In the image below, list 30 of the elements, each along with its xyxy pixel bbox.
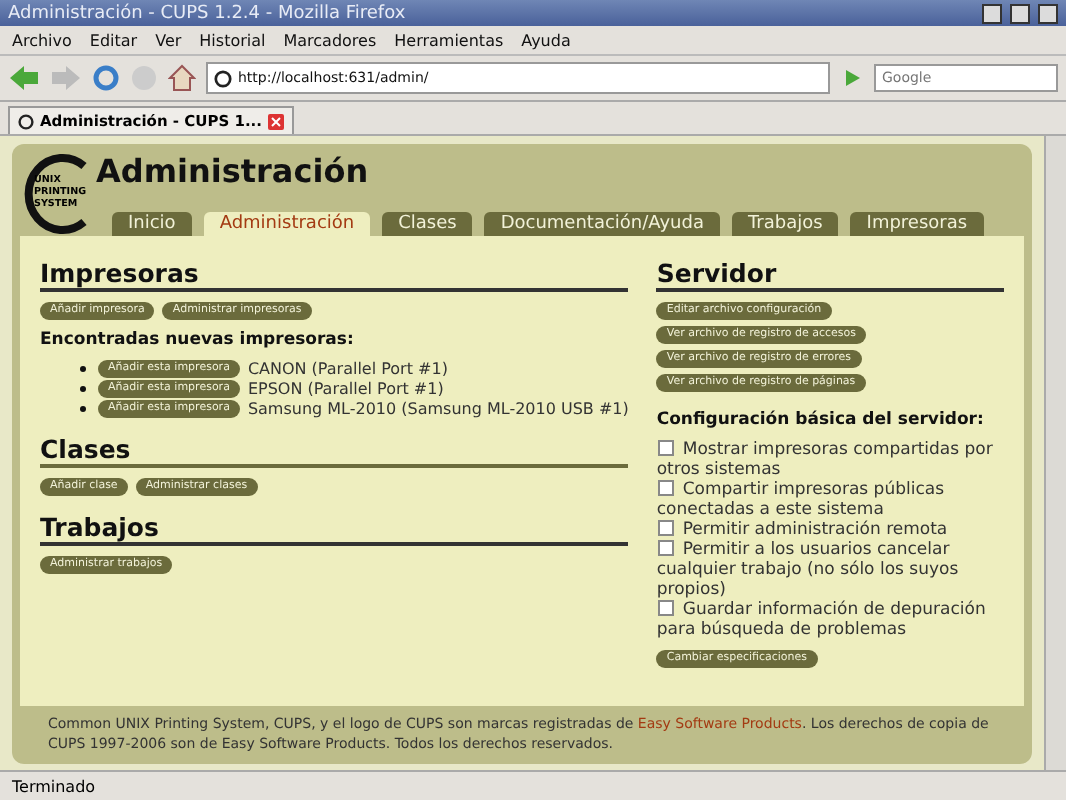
nav-tab[interactable]: Impresoras [850,212,984,236]
nav-tab[interactable]: Administración [203,212,371,236]
setting-checkbox[interactable]: Permitir administración remota [656,520,1004,540]
menu-item[interactable]: Historial [199,31,266,49]
setting-checkbox[interactable]: Guardar información de depuración para búsqueda de problemas [656,600,1004,640]
status-text: Terminado [12,777,96,795]
printer-name: Samsung ML-2010 (Samsung ML-2010 USB #1) [247,400,629,418]
nav-tab[interactable]: Documentación/Ayuda [484,212,720,236]
nav-tab[interactable]: Clases [382,212,473,236]
section-heading: Clases [40,434,629,468]
menu-item[interactable]: Ayuda [521,31,571,49]
settings-label: Configuración básica del servidor: [656,410,986,430]
section-heading: Servidor [656,258,1004,292]
nav-tab[interactable]: Trabajos [731,212,839,236]
menu-item[interactable]: Ver [155,31,182,49]
setting-checkbox[interactable]: Permitir a los usuarios cancelar cualquier trabajo (no sólo los suyos propios) [656,540,1004,600]
nav-tab[interactable]: Inicio [112,212,192,236]
section-heading: Impresoras [40,258,629,292]
page-title: Administración [96,152,371,190]
window-title: Administración - CUPS 1.2.4 - Mozilla Firefox [8,3,408,23]
menu-item[interactable]: Herramientas [394,31,504,49]
setting-checkbox[interactable]: Mostrar impresoras compartidas por otros sistemas [656,440,1004,480]
found-label: Encontradas nuevas impresoras: [40,330,356,350]
menu-item[interactable]: Editar [89,31,138,49]
printer-name: CANON (Parallel Port #1) [247,360,448,378]
printer-name: EPSON (Parallel Port #1) [247,380,444,398]
menu-item[interactable]: Marcadores [283,31,377,49]
menu-item[interactable]: Archivo [12,31,72,49]
section-heading: Trabajos [40,512,629,546]
setting-checkbox[interactable]: Compartir impresoras públicas conectadas a este sistema [656,480,1004,520]
